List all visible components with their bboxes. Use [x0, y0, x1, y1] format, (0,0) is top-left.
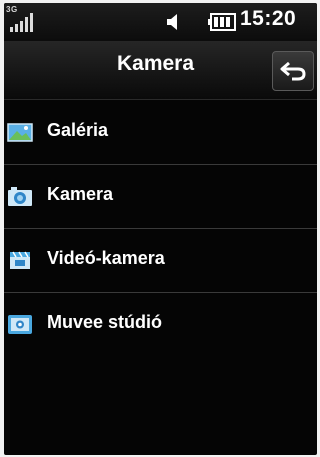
back-button[interactable]	[272, 51, 314, 91]
signal-icon	[10, 13, 33, 32]
back-arrow-icon	[280, 61, 306, 81]
clock: 15:20	[240, 7, 297, 30]
menu-item-label: Muvee stúdió	[47, 312, 163, 332]
menu-list: Galéria Kamera Videó-kamera Muvee stúdió	[4, 101, 317, 357]
phone-screen: 3G 15:20 Kamera Galéria Kamera Videó-kam…	[4, 3, 317, 455]
muvee-studio-icon	[8, 315, 32, 334]
camera-icon	[8, 187, 32, 206]
title-bar: Kamera	[4, 41, 317, 100]
menu-item-video-kamera[interactable]: Videó-kamera	[4, 229, 317, 293]
menu-item-label: Videó-kamera	[47, 248, 165, 268]
menu-item-galeria[interactable]: Galéria	[4, 101, 317, 165]
menu-item-label: Kamera	[47, 184, 114, 204]
status-bar: 3G 15:20	[4, 3, 317, 41]
page-title: Kamera	[116, 52, 195, 75]
video-camera-icon	[10, 251, 30, 269]
menu-item-label: Galéria	[47, 120, 109, 140]
menu-item-muvee-studio[interactable]: Muvee stúdió	[4, 293, 317, 357]
battery-icon	[208, 13, 236, 31]
menu-item-kamera[interactable]: Kamera	[4, 165, 317, 229]
speaker-icon	[167, 14, 177, 30]
gallery-icon	[7, 123, 33, 142]
